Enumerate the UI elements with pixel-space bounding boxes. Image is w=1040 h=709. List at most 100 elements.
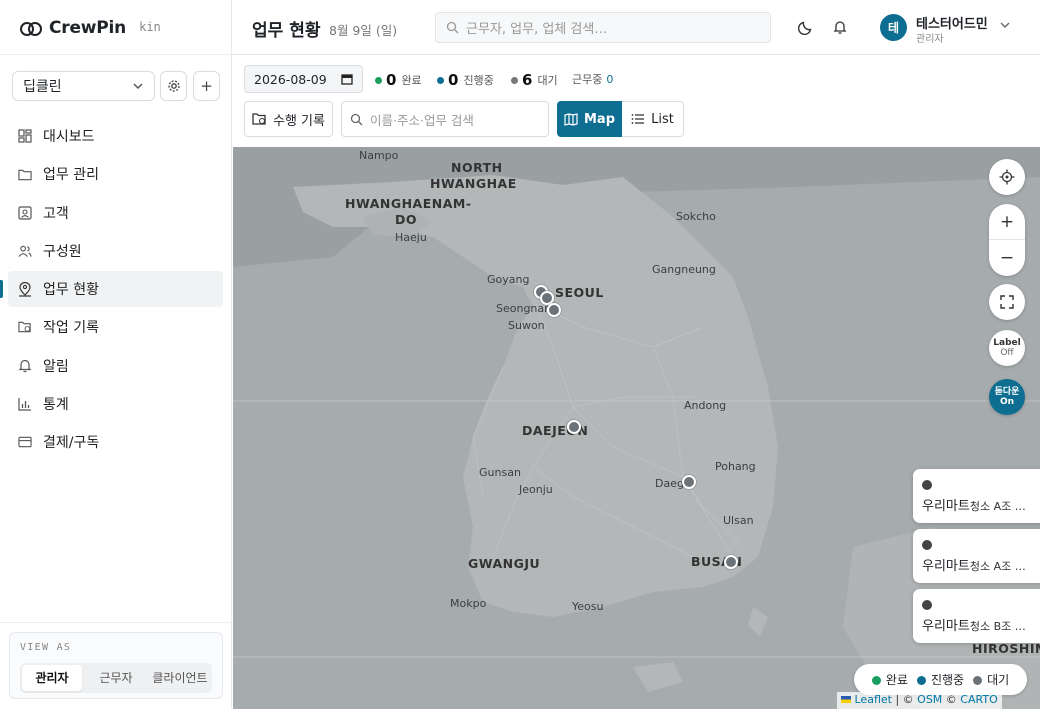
working-count: 0 (606, 72, 614, 86)
legend-label: 완료 (885, 673, 908, 687)
map-place-label: Gangneung (652, 263, 716, 276)
page-date: 8월 9일 (일) (329, 23, 398, 38)
sidebar: CrewPin kin 딥클린 + 대시보드업무 관리고객구성원업무 현황작업 … (0, 0, 232, 709)
job-card-detail: 청소 A조 … (969, 500, 1026, 513)
notifications-button[interactable] (830, 17, 850, 37)
sidebar-nav: 대시보드업무 관리고객구성원업무 현황작업 기록 알림통계결제/구독 (0, 118, 223, 463)
page-title: 업무 현황 (252, 21, 321, 41)
work-log-label: 수행 기록 (273, 113, 325, 129)
crewpin-logo-icon (20, 22, 42, 36)
sidebar-item-bell[interactable]: 알림 (8, 348, 223, 384)
status-stat: 0 완료 (375, 71, 422, 89)
map-place-label: Goyang (487, 273, 530, 286)
status-dot (922, 600, 932, 610)
date-input-value: 2026-08-09 (254, 71, 327, 87)
map-marker[interactable] (682, 475, 696, 489)
job-card-detail: 청소 A조 … (969, 560, 1026, 573)
work-log-button[interactable]: 수행 기록 (244, 101, 333, 137)
map-place-label: GWANGJU (468, 556, 541, 571)
brand-suffix: kin (139, 20, 161, 34)
list-view-button[interactable]: List (622, 101, 684, 137)
chevron-down-icon[interactable] (999, 19, 1011, 31)
list-view-label: List (651, 111, 674, 127)
map-place-label: Ulsan (723, 514, 754, 527)
zoom-in-button[interactable]: + (989, 204, 1025, 240)
legend-dot (973, 676, 983, 685)
sidebar-item-label: 통계 (43, 397, 69, 414)
sidebar-item-label: 업무 현황 (43, 282, 99, 299)
legend-dot (916, 676, 926, 685)
map-view-button[interactable]: Map (557, 101, 622, 137)
add-workspace-button[interactable]: + (193, 71, 220, 101)
bar-chart-icon (18, 397, 32, 411)
crosshair-icon (999, 169, 1015, 185)
job-card-name: 우리마트 (922, 559, 970, 574)
dd-toggle-button[interactable]: 돋다운 On (989, 379, 1025, 415)
locate-me-button[interactable] (989, 159, 1025, 195)
status-dot (922, 480, 932, 490)
sidebar-item-bar-chart[interactable]: 통계 (8, 386, 223, 422)
map-marker[interactable] (567, 420, 581, 434)
map-place-label: Jeonju (519, 483, 553, 496)
status-count: 6 (522, 71, 533, 89)
legend-label: 진행중 (930, 673, 965, 687)
map-marker[interactable] (547, 303, 561, 317)
filter-search-input[interactable]: 이름·주소·업무 검색 (341, 101, 549, 137)
avatar[interactable]: 테 (880, 14, 907, 41)
map-place-label: Suwon (508, 319, 545, 332)
status-count: 0 (386, 71, 397, 89)
brand[interactable]: CrewPin kin (20, 17, 161, 39)
workspace-settings-button[interactable] (160, 71, 187, 101)
people-icon (18, 244, 32, 258)
workspace-select[interactable]: 딥클린 (12, 71, 155, 101)
job-card[interactable]: 우리마트청소 B조 … (913, 589, 1040, 643)
sidebar-item-folder-clock[interactable]: 작업 기록 (8, 309, 223, 345)
date-input[interactable]: 2026-08-09 (244, 65, 363, 93)
sidebar-item-label: 대시보드 (43, 129, 95, 145)
label-toggle-button[interactable]: Label Off (989, 330, 1025, 366)
view-as-option[interactable]: 관리자 (22, 665, 82, 691)
legend-item: 진행중 (916, 671, 965, 688)
gear-icon (167, 80, 180, 92)
sidebar-item-label: 업무 관리 (43, 167, 99, 184)
ukraine-flag-icon (841, 696, 851, 703)
sidebar-item-label: 결제/구독 (43, 435, 100, 452)
carto-link[interactable]: CARTO (960, 693, 997, 706)
map-marker[interactable] (724, 555, 738, 569)
status-dot (437, 76, 444, 84)
view-as-option[interactable]: 클라이언트 (150, 665, 210, 691)
job-card[interactable]: 우리마트청소 A조 … (913, 529, 1040, 583)
dashboard-icon (18, 129, 32, 143)
map-place-label: Gunsan (479, 466, 521, 479)
sidebar-item-folder[interactable]: 업무 관리 (8, 156, 223, 192)
status-stat: 0 진행중 (437, 71, 494, 89)
map-place-label: SEOUL (555, 285, 604, 300)
map-panel[interactable]: Nampo NORTH HWANGHAE HWANGHAENAM- DO Haeju Sok… (233, 147, 1040, 709)
dd-toggle-title: 돋다운 (994, 387, 1020, 397)
bell-icon (833, 21, 847, 34)
fullscreen-button[interactable] (989, 284, 1025, 320)
map-legend: 완료 진행중 대기 (854, 664, 1027, 695)
sidebar-item-map-pin-user[interactable]: 업무 현황 (0, 271, 223, 308)
osm-link[interactable]: OSM (917, 693, 942, 706)
sidebar-item-label: 고객 (43, 205, 69, 222)
leaflet-link[interactable]: Leaflet (855, 693, 892, 706)
global-search-input[interactable]: 근무자, 업무, 업체 검색… (435, 12, 771, 43)
map-attribution: Leaflet | © OSM © CARTO (837, 692, 1002, 709)
job-card-name: 우리마트 (922, 619, 970, 634)
view-as-option[interactable]: 근무자 (86, 665, 146, 691)
dark-mode-toggle[interactable] (796, 17, 816, 37)
view-as-panel: VIEW AS 관리자 근무자 클라이언트 (9, 632, 223, 699)
viewas-divider (0, 622, 231, 623)
job-card-name: 우리마트 (922, 499, 970, 514)
map-place-label: Sokcho (676, 210, 716, 223)
sidebar-item-credit-card[interactable]: 결제/구독 (8, 424, 223, 460)
job-card[interactable]: 우리마트청소 A조 … (913, 469, 1040, 523)
sidebar-item-contact[interactable]: 고객 (8, 195, 223, 231)
top-header: 업무 현황 8월 9일 (일) 근무자, 업무, 업체 검색… 테 테스터어드민… (232, 0, 1040, 55)
sidebar-item-dashboard[interactable]: 대시보드 (8, 118, 223, 154)
sidebar-item-people[interactable]: 구성원 (8, 233, 223, 269)
map-place-label: Pohang (715, 460, 756, 473)
zoom-out-button[interactable]: − (989, 240, 1025, 276)
status-dot (511, 76, 518, 84)
